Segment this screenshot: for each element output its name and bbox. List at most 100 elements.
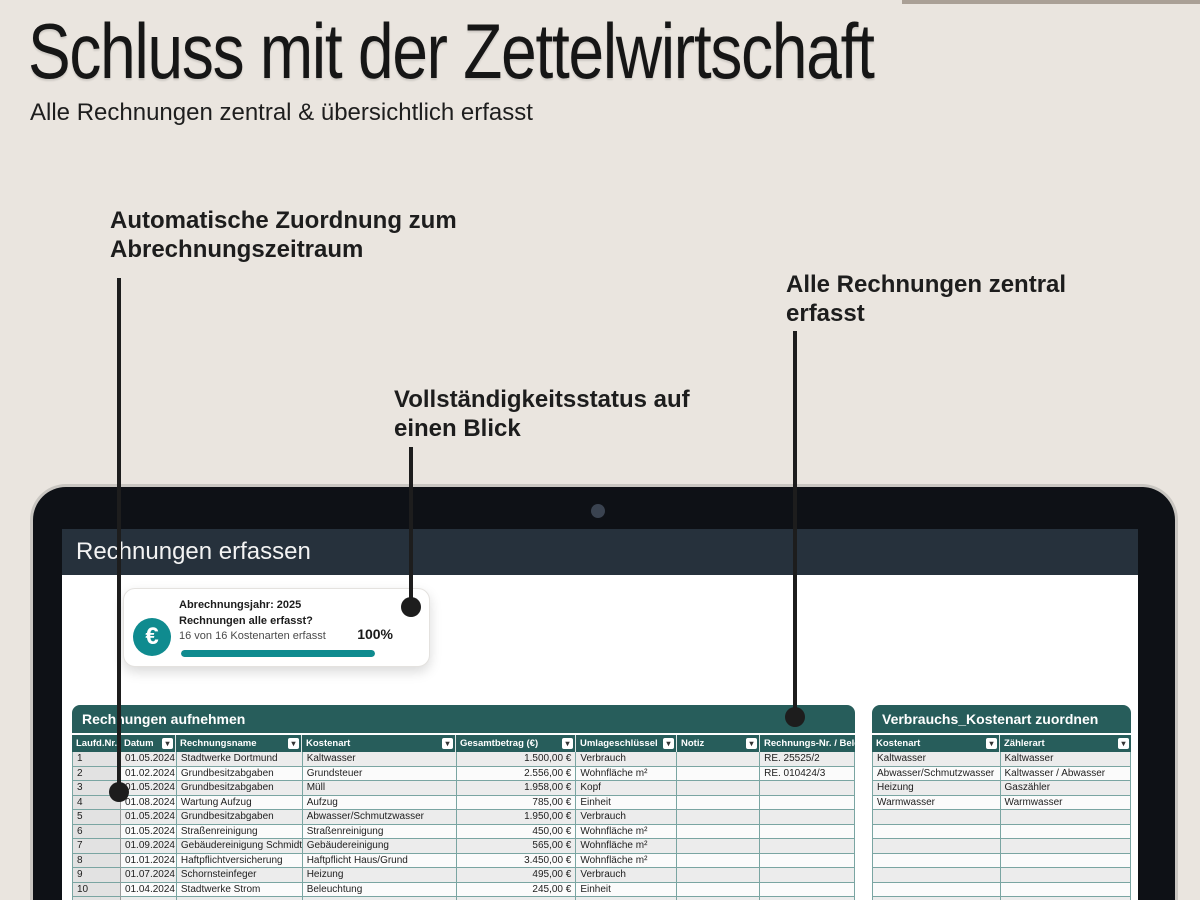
table-cell[interactable]: Aufzug (303, 796, 457, 811)
table-cell[interactable]: 01.04.2024 (121, 883, 177, 898)
table-cell[interactable]: 01.05.2024 (121, 752, 177, 767)
table-cell[interactable] (677, 810, 760, 825)
filter-dropdown-icon[interactable]: ▾ (442, 738, 453, 749)
table-cell[interactable]: Grundbesitzabgaben (177, 810, 303, 825)
table-cell[interactable]: Schornsteinfeger (177, 868, 303, 883)
filter-dropdown-icon[interactable]: ▾ (663, 738, 674, 749)
table-cell[interactable] (760, 781, 855, 796)
table-cell[interactable]: 01.07.2024 (121, 868, 177, 883)
table-cell[interactable]: Grundsteuer (303, 767, 457, 782)
table-cell[interactable]: Grundbesitzabgaben (177, 781, 303, 796)
table-cell[interactable]: Haftpflicht Haus/Grund (303, 854, 457, 869)
table-cell[interactable]: Straßenreinigung (177, 825, 303, 840)
table-cell[interactable] (760, 839, 855, 854)
table-cell[interactable]: 10 (73, 883, 121, 898)
table-cell[interactable]: 01.09.2024 (121, 839, 177, 854)
table-cell[interactable]: Kaltwasser / Abwasser (1001, 767, 1132, 782)
table-cell[interactable]: Wohnfläche m² (576, 767, 677, 782)
table-cell[interactable]: RE. 010424/3 (760, 767, 855, 782)
table-cell[interactable] (760, 796, 855, 811)
table-cell[interactable]: 1 (73, 752, 121, 767)
table-cell[interactable]: 785,00 € (457, 796, 577, 811)
table-cell[interactable] (677, 868, 760, 883)
table-cell[interactable]: Warmwasser (873, 796, 1001, 811)
table-cell[interactable]: 8 (73, 854, 121, 869)
table-cell[interactable]: Einheit (576, 883, 677, 898)
table-cell[interactable]: 9 (73, 868, 121, 883)
filter-dropdown-icon[interactable]: ▾ (562, 738, 573, 749)
table-cell[interactable]: 3.450,00 € (457, 854, 577, 869)
table-cell[interactable]: 2.556,00 € (457, 767, 577, 782)
table-cell[interactable]: 01.02.2024 (121, 767, 177, 782)
table-cell[interactable] (677, 796, 760, 811)
table-cell[interactable]: RE. 25525/2 (760, 752, 855, 767)
table-cell[interactable] (760, 854, 855, 869)
table-cell[interactable]: 1.950,00 € (457, 810, 577, 825)
table-cell[interactable] (1001, 854, 1132, 869)
table-cell[interactable] (873, 825, 1001, 840)
table-cell[interactable]: 01.05.2024 (121, 825, 177, 840)
table-cell[interactable]: Verbrauch (576, 752, 677, 767)
table-cell[interactable] (677, 767, 760, 782)
table-cell[interactable] (760, 825, 855, 840)
table-cell[interactable]: Grundbesitzabgaben (177, 767, 303, 782)
table-cell[interactable]: Kaltwasser (303, 752, 457, 767)
table-cell[interactable]: Verbrauch (576, 868, 677, 883)
table-cell[interactable]: 01.01.2024 (121, 854, 177, 869)
table-cell[interactable]: 5 (73, 810, 121, 825)
filter-dropdown-icon[interactable]: ▾ (288, 738, 299, 749)
table-cell[interactable] (1001, 825, 1132, 840)
table-cell[interactable]: 1.958,00 € (457, 781, 577, 796)
table-cell[interactable]: 245,00 € (457, 883, 577, 898)
table-cell[interactable] (873, 839, 1001, 854)
table-cell[interactable]: Wartung Aufzug (177, 796, 303, 811)
table-cell[interactable]: Einheit (576, 796, 677, 811)
table-cell[interactable]: Gebäudereinigung (303, 839, 457, 854)
table-cell[interactable]: Heizung (303, 868, 457, 883)
table-cell[interactable]: Wohnfläche m² (576, 854, 677, 869)
table-cell[interactable]: 495,00 € (457, 868, 577, 883)
table-cell[interactable]: Abwasser/Schmutzwasser (873, 767, 1001, 782)
table-cell[interactable] (873, 868, 1001, 883)
table-cell[interactable] (1001, 839, 1132, 854)
table-cell[interactable] (760, 810, 855, 825)
table-cell[interactable]: Kopf (576, 781, 677, 796)
table-cell[interactable]: 01.05.2024 (121, 810, 177, 825)
table-cell[interactable]: Warmwasser (1001, 796, 1132, 811)
table-cell[interactable]: Beleuchtung (303, 883, 457, 898)
table-cell[interactable]: 7 (73, 839, 121, 854)
table-cell[interactable]: Stadtwerke Dortmund (177, 752, 303, 767)
table-cell[interactable]: Kaltwasser (1001, 752, 1132, 767)
table-cell[interactable]: Kaltwasser (873, 752, 1001, 767)
table-cell[interactable] (677, 854, 760, 869)
table-cell[interactable] (677, 781, 760, 796)
table-cell[interactable]: Haftpflichtversicherung (177, 854, 303, 869)
table-cell[interactable] (1001, 868, 1132, 883)
table-cell[interactable]: Wohnfläche m² (576, 825, 677, 840)
filter-dropdown-icon[interactable]: ▾ (746, 738, 757, 749)
table-cell[interactable]: 450,00 € (457, 825, 577, 840)
filter-dropdown-icon[interactable]: ▾ (1118, 738, 1129, 749)
table-cell[interactable] (1001, 883, 1132, 898)
table-cell[interactable]: Heizung (873, 781, 1001, 796)
table-cell[interactable] (677, 752, 760, 767)
table-cell[interactable]: Verbrauch (576, 810, 677, 825)
table-cell[interactable] (873, 854, 1001, 869)
table-cell[interactable] (677, 825, 760, 840)
table-cell[interactable]: Gaszähler (1001, 781, 1132, 796)
filter-dropdown-icon[interactable]: ▾ (162, 738, 173, 749)
table-cell[interactable]: 6 (73, 825, 121, 840)
table-cell[interactable] (760, 883, 855, 898)
table-cell[interactable]: Gebäudereinigung Schmidt (177, 839, 303, 854)
table-cell[interactable]: 1.500,00 € (457, 752, 577, 767)
table-cell[interactable] (873, 883, 1001, 898)
table-cell[interactable]: Straßenreinigung (303, 825, 457, 840)
table-cell[interactable]: Müll (303, 781, 457, 796)
table-cell[interactable]: 2 (73, 767, 121, 782)
table-cell[interactable]: 565,00 € (457, 839, 577, 854)
table-cell[interactable]: Abwasser/Schmutzwasser (303, 810, 457, 825)
table-cell[interactable]: 01.08.2024 (121, 796, 177, 811)
table-cell[interactable]: Stadtwerke Strom (177, 883, 303, 898)
table-cell[interactable] (1001, 810, 1132, 825)
table-cell[interactable] (873, 810, 1001, 825)
